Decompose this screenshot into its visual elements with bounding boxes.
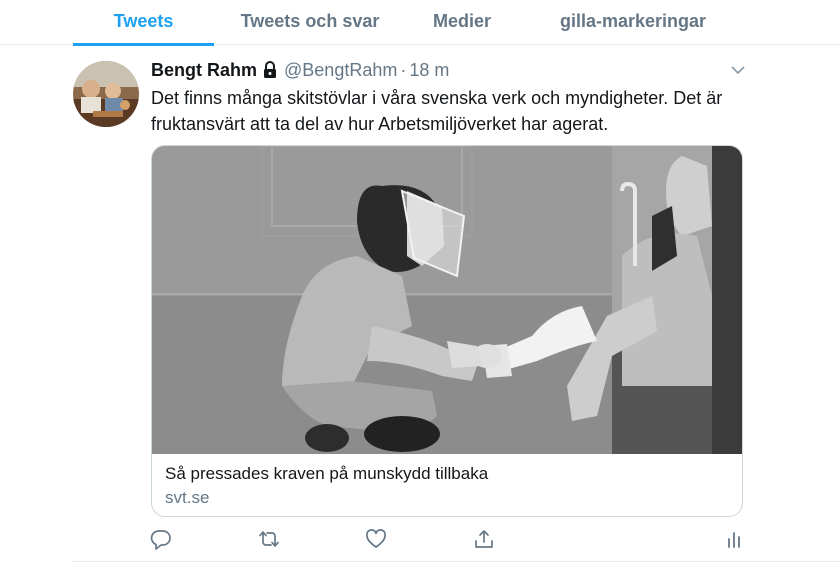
reply-icon[interactable] <box>150 528 172 550</box>
tweet-header: Bengt Rahm @BengtRahm · 18 m <box>151 58 449 82</box>
avatar[interactable] <box>73 61 139 127</box>
card-image <box>152 146 742 454</box>
card-title: Så pressades kraven på munskydd tillbaka <box>165 464 489 483</box>
tab-media[interactable]: Medier <box>410 0 514 45</box>
divider <box>73 561 840 562</box>
link-card[interactable]: Så pressades kraven på munskydd tillbaka… <box>151 145 743 517</box>
lock-icon <box>262 61 278 79</box>
author-handle[interactable]: @BengtRahm <box>284 60 397 81</box>
tweet-timestamp[interactable]: 18 m <box>409 60 449 81</box>
tab-likes[interactable]: gilla-markeringar <box>540 0 726 45</box>
tweet-text: Det finns många skitstövlar i våra svens… <box>151 88 723 134</box>
tweet-actions <box>0 528 840 554</box>
separator-dot: · <box>400 59 407 80</box>
tab-media-label: Medier <box>432 11 492 31</box>
profile-tabs: Tweets Tweets och svar Medier gilla-mark… <box>0 0 840 46</box>
tab-tweets-label: Tweets <box>113 11 174 31</box>
card-domain: svt.se <box>165 488 210 507</box>
share-icon[interactable] <box>473 528 495 550</box>
like-icon[interactable] <box>365 528 387 550</box>
analytics-icon[interactable] <box>723 528 745 550</box>
tab-tweets-and-replies-label: Tweets och svar <box>240 11 380 31</box>
retweet-icon[interactable] <box>258 528 280 550</box>
tab-tweets-and-replies[interactable]: Tweets och svar <box>224 0 396 45</box>
chevron-down-icon[interactable] <box>728 61 748 79</box>
tab-likes-label: gilla-markeringar <box>559 11 707 31</box>
tweet[interactable]: Bengt Rahm @BengtRahm · 18 m Det finns m… <box>0 45 840 568</box>
author-name[interactable]: Bengt Rahm <box>151 60 257 81</box>
tab-tweets[interactable]: Tweets <box>73 0 214 46</box>
